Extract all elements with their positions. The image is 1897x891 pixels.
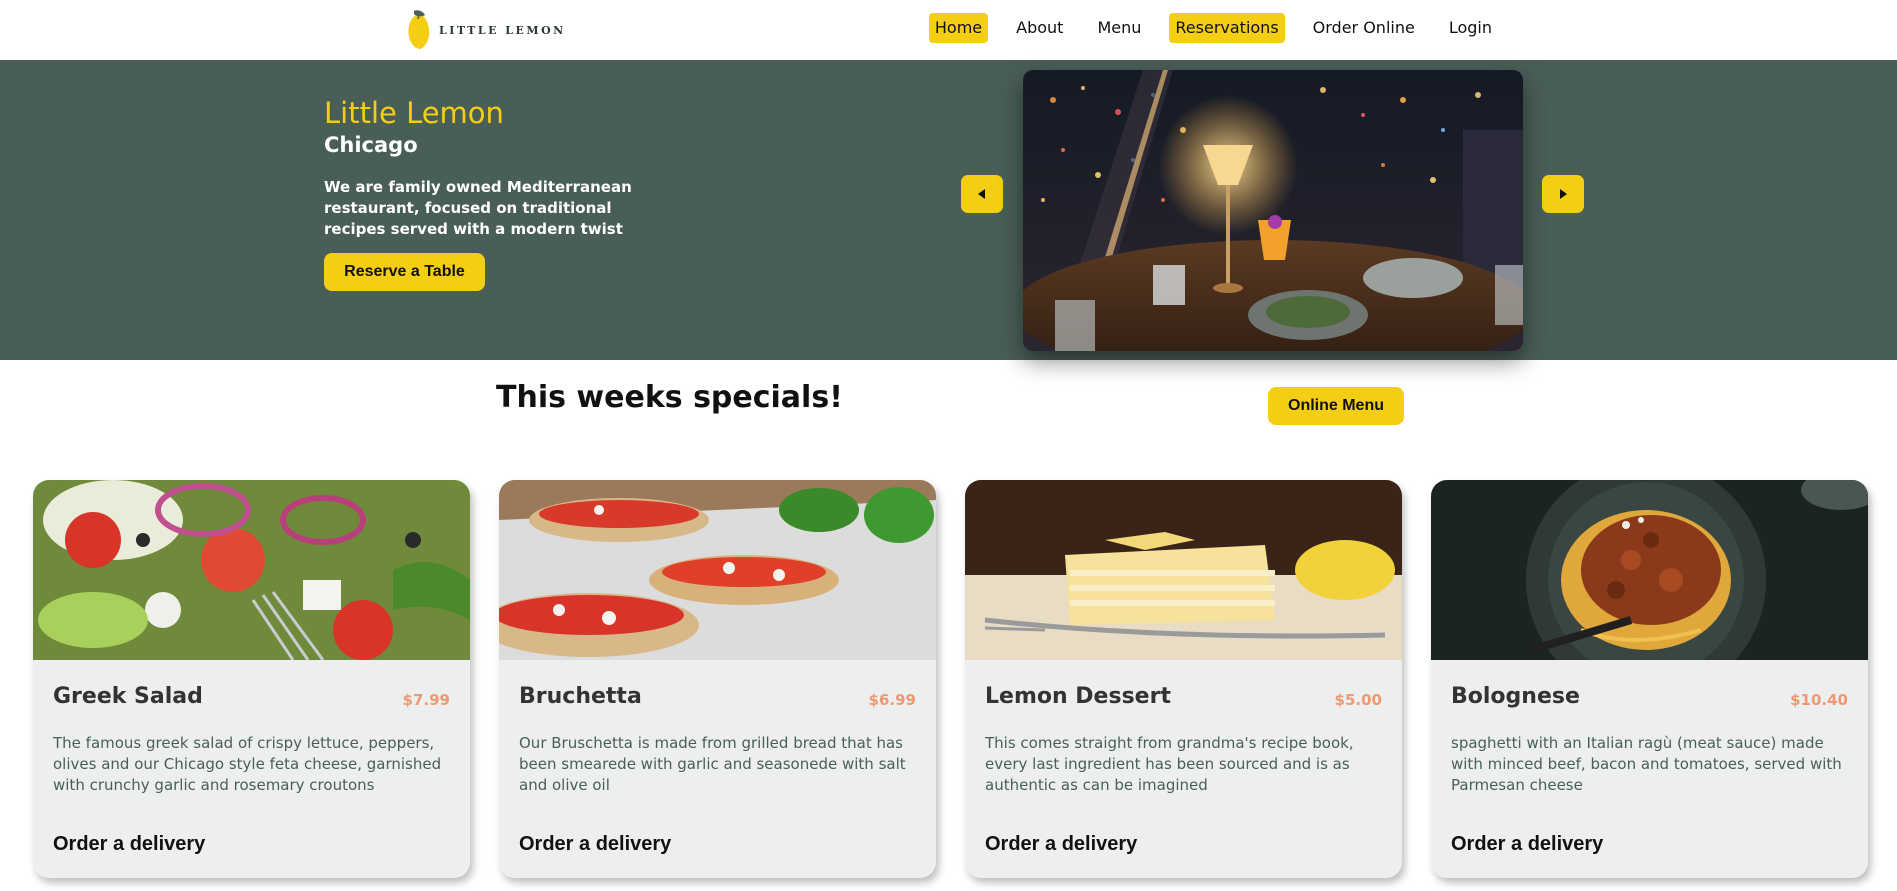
special-card-greek-salad: Greek Salad $7.99 The famous greek salad… bbox=[33, 480, 470, 878]
logo-text: LITTLE LEMON bbox=[439, 23, 566, 37]
special-description: spaghetti with an Italian ragù (meat sau… bbox=[1451, 734, 1842, 794]
nav-item-reservations[interactable]: Reservations bbox=[1169, 13, 1285, 43]
triangle-right-icon bbox=[1560, 189, 1567, 199]
special-name: Greek Salad bbox=[53, 684, 203, 709]
special-price: $5.00 bbox=[1334, 691, 1382, 709]
nav-item-home[interactable]: Home bbox=[928, 13, 989, 43]
nav-item-menu[interactable]: Menu bbox=[1091, 13, 1147, 43]
special-card-bruchetta: Bruchetta $6.99 Our Bruschetta is made f… bbox=[499, 480, 936, 878]
special-description: The famous greek salad of crispy lettuce… bbox=[53, 734, 442, 794]
special-price: $6.99 bbox=[868, 691, 916, 709]
carousel-image bbox=[1023, 70, 1523, 351]
hero-section: Little Lemon Chicago We are family owned… bbox=[0, 60, 1897, 360]
order-delivery-link[interactable]: Order a delivery bbox=[53, 833, 205, 856]
hero-description: We are family owned Mediterranean restau… bbox=[324, 178, 632, 238]
specials-cards: Greek Salad $7.99 The famous greek salad… bbox=[33, 480, 1868, 878]
site-header: LITTLE LEMON Home About Menu Reservation… bbox=[0, 0, 1897, 60]
special-description: Our Bruschetta is made from grilled brea… bbox=[519, 734, 906, 794]
bruchetta-image bbox=[499, 480, 936, 660]
special-description: This comes straight from grandma's recip… bbox=[985, 734, 1354, 794]
hero-title: Little Lemon bbox=[324, 96, 504, 130]
order-delivery-link[interactable]: Order a delivery bbox=[519, 833, 671, 856]
nav-item-login[interactable]: Login bbox=[1443, 13, 1498, 43]
bolognese-image bbox=[1431, 480, 1868, 660]
specials-title: This weeks specials! bbox=[496, 380, 843, 415]
lemon-logo-icon bbox=[405, 9, 433, 51]
reserve-table-button[interactable]: Reserve a Table bbox=[324, 253, 485, 291]
nav-item-about[interactable]: About bbox=[1010, 13, 1069, 43]
carousel-prev-button[interactable] bbox=[961, 175, 1003, 213]
special-name: Lemon Dessert bbox=[985, 684, 1171, 709]
nav-item-order-online[interactable]: Order Online bbox=[1307, 13, 1421, 43]
logo[interactable]: LITTLE LEMON bbox=[405, 9, 566, 51]
order-delivery-link[interactable]: Order a delivery bbox=[1451, 833, 1603, 856]
triangle-left-icon bbox=[978, 189, 985, 199]
lemon-dessert-image bbox=[965, 480, 1402, 660]
hero-subtitle: Chicago bbox=[324, 133, 418, 157]
special-card-lemon-dessert: Lemon Dessert $5.00 This comes straight … bbox=[965, 480, 1402, 878]
greek-salad-image bbox=[33, 480, 470, 660]
online-menu-button[interactable]: Online Menu bbox=[1268, 387, 1404, 425]
special-name: Bruchetta bbox=[519, 684, 642, 709]
main-nav: Home About Menu Reservations Order Onlin… bbox=[920, 13, 1507, 43]
special-price: $10.40 bbox=[1790, 691, 1848, 709]
order-delivery-link[interactable]: Order a delivery bbox=[985, 833, 1137, 856]
special-card-bolognese: Bolognese $10.40 spaghetti with an Itali… bbox=[1431, 480, 1868, 878]
special-price: $7.99 bbox=[402, 691, 450, 709]
special-name: Bolognese bbox=[1451, 684, 1580, 709]
carousel-next-button[interactable] bbox=[1542, 175, 1584, 213]
